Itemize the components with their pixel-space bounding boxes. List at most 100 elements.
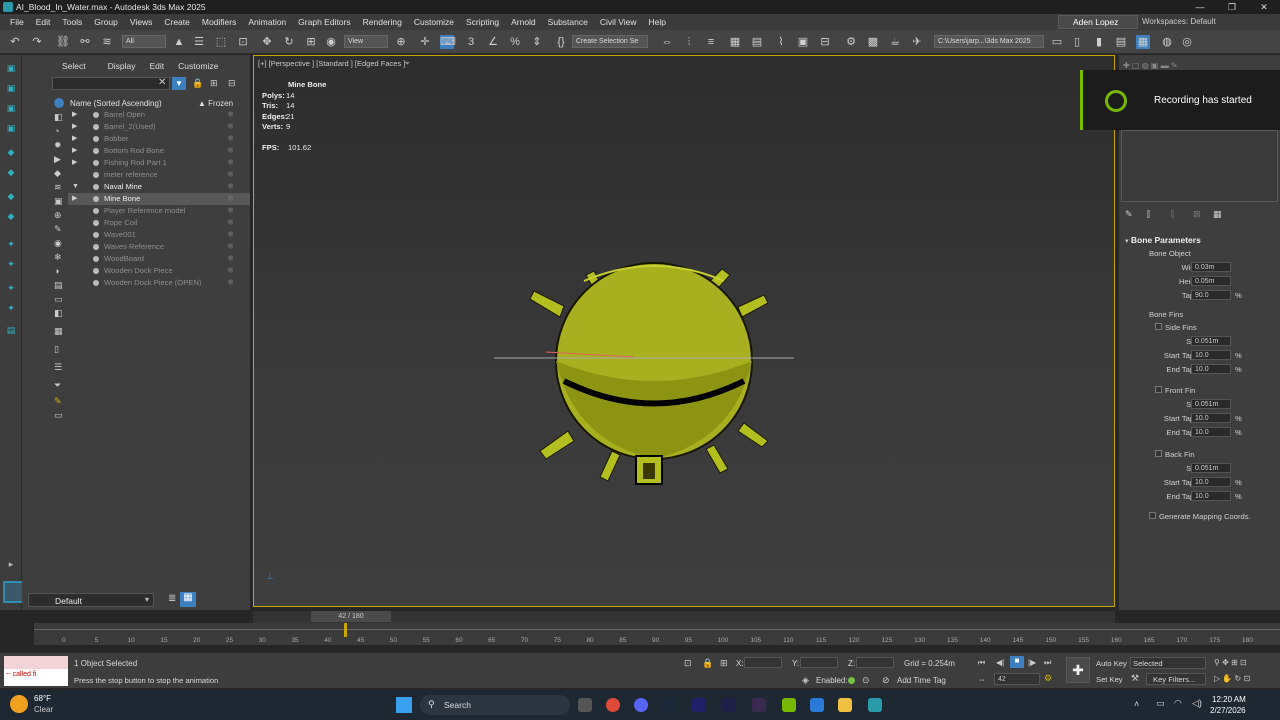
menu-graph-editors[interactable]: Graph Editors (292, 17, 356, 27)
visibility-icon[interactable] (93, 220, 99, 226)
freeze-toggle-icon[interactable]: ❄ (227, 241, 234, 253)
explorer-tab-edit[interactable]: Edit (136, 61, 165, 73)
layer-manager-icon[interactable]: ▦ (180, 592, 196, 607)
layout-tab-icon[interactable]: ✦ (4, 239, 18, 251)
freeze-toggle-icon[interactable]: ❄ (227, 157, 234, 169)
explorer-row[interactable]: Player Reference model ❄ (68, 205, 250, 217)
animate-icon[interactable] (722, 698, 736, 712)
visibility-icon[interactable] (93, 184, 99, 190)
menu-help[interactable]: Help (643, 17, 672, 27)
project-path-dropdown[interactable]: C:\Users\jarp...\3ds Max 2025 (934, 35, 1044, 48)
menu-create[interactable]: Create (158, 17, 196, 27)
y-coordinate-field[interactable] (800, 657, 838, 668)
orbit-icon[interactable]: ▷ ✋ ↻ ⊡ (1214, 674, 1250, 683)
freeze-toggle-icon[interactable]: ❄ (227, 181, 234, 193)
angle-snap-icon[interactable]: ∠ (486, 35, 500, 49)
explorer-tab-select[interactable]: Select (22, 61, 86, 73)
expand-arrow-icon[interactable]: ▸ (4, 559, 18, 571)
align-icon[interactable]: ⫶ (682, 35, 696, 49)
bind-spacewarp-icon[interactable]: ≋ (100, 35, 114, 49)
tray-overflow-icon[interactable]: ˄ (1134, 699, 1139, 709)
menu-scripting[interactable]: Scripting (460, 17, 505, 27)
menu-tools[interactable]: Tools (56, 17, 88, 27)
invert-filter-icon[interactable]: ◧ (54, 308, 63, 319)
visibility-icon[interactable] (93, 268, 99, 274)
nvidia-icon[interactable] (782, 698, 796, 712)
window-crossing-icon[interactable]: ⊡ (236, 35, 250, 49)
side-fins-checkbox[interactable] (1155, 323, 1162, 330)
group-filter-icon[interactable]: ▣ (54, 196, 63, 207)
width-spinner[interactable]: 0.03m (1191, 262, 1231, 272)
visibility-icon[interactable] (93, 112, 99, 118)
explorer-column-header[interactable]: Name (Sorted Ascending) ▲ Frozen (68, 97, 250, 109)
render-iterative-icon[interactable]: ✈ (910, 35, 924, 49)
save-file-icon[interactable]: ▮ (1092, 35, 1106, 49)
layout-tab-icon[interactable]: ◆ (4, 191, 18, 203)
visibility-icon[interactable] (93, 172, 99, 178)
redo-icon[interactable]: ↷ (30, 35, 44, 49)
list-icon[interactable]: ☰ (54, 362, 62, 373)
visibility-icon[interactable] (93, 208, 99, 214)
menu-views[interactable]: Views (124, 17, 159, 27)
visibility-icon[interactable] (93, 160, 99, 166)
layers-icon[interactable]: ≡ (704, 35, 718, 49)
link-icon[interactable]: ⛓ (56, 35, 70, 49)
key-filter-icon[interactable]: ⚒ (1131, 673, 1139, 684)
hidden-filter-icon[interactable]: ◑ (54, 266, 59, 276)
freeze-toggle-icon[interactable]: ❄ (227, 253, 234, 265)
menu-edit[interactable]: Edit (30, 17, 57, 27)
undo-icon[interactable]: ↶ (8, 35, 22, 49)
substance-icon[interactable]: ◎ (1180, 35, 1194, 49)
next-frame-icon[interactable]: |▶ (1028, 658, 1036, 667)
selection-lock-icon[interactable]: 🔒 (702, 658, 713, 669)
rotate-icon[interactable]: ↻ (282, 35, 296, 49)
scale-icon[interactable]: ⊞ (304, 35, 318, 49)
explorer-row[interactable]: WoodBoard ❄ (68, 253, 250, 265)
frozen-filter-icon[interactable]: ❄ (54, 252, 62, 263)
layout-tab-icon[interactable]: ◆ (4, 167, 18, 179)
time-config-icon[interactable]: ⚙ (1044, 673, 1052, 684)
menu-file[interactable]: File (4, 17, 30, 27)
geometry-filter-icon[interactable]: ◧ (54, 112, 63, 123)
explorer-row[interactable]: ▶ Barrel Open ❄ (68, 109, 250, 121)
render-production-icon[interactable]: ☕ (888, 35, 902, 49)
explorer-row[interactable]: ▶ Mine Bone ❄ (68, 193, 250, 205)
clear-search-icon[interactable]: ✕ (158, 77, 166, 88)
freeze-toggle-icon[interactable]: ❄ (227, 229, 234, 241)
workspace-selector[interactable]: Workspaces: Default (1142, 15, 1278, 29)
shape-filter-icon[interactable]: ◔ (54, 126, 59, 136)
explorer-row[interactable]: Wooden Dock Piece ❄ (68, 265, 250, 277)
layout-tab-icon[interactable]: ▣ (4, 103, 18, 115)
viewport-filter-icon[interactable]: ⏷ (404, 59, 410, 69)
task-view-icon[interactable] (578, 698, 592, 712)
layout-tab-icon[interactable]: ▣ (4, 63, 18, 75)
display-filter-icon[interactable] (54, 98, 64, 108)
funnel-icon[interactable]: ⏷ (54, 380, 61, 391)
expand-toggle-icon[interactable]: ▶ (72, 121, 77, 133)
expand-toggle-icon[interactable]: ▶ (72, 109, 77, 121)
visibility-icon[interactable] (93, 232, 99, 238)
explorer-row[interactable]: ▶ Barrel_2(Used) ❄ (68, 121, 250, 133)
back-fin-start-taper-spinner[interactable]: 10.0 (1191, 477, 1231, 487)
rendered-frame-icon[interactable]: ▩ (866, 35, 880, 49)
layout-tab-icon[interactable]: ◆ (4, 147, 18, 159)
wifi-icon[interactable]: ◠ (1174, 698, 1182, 709)
generate-mapping-checkbox[interactable] (1149, 512, 1156, 519)
show-end-result-icon[interactable]: ⫿ (1147, 209, 1150, 220)
freeze-toggle-icon[interactable]: ❄ (227, 145, 234, 157)
menu-group[interactable]: Group (88, 17, 124, 27)
menu-modifiers[interactable]: Modifiers (196, 17, 242, 27)
track-bar[interactable]: 0 5 10 15 20 25 30 35 40 45 50 55 60 65 70 75 80 85 90 95 10… (34, 623, 1280, 645)
selection-filter-dropdown[interactable]: All (122, 35, 166, 48)
time-slider-knob[interactable]: 42 / 180 (311, 611, 391, 622)
move-icon[interactable]: ✥ (260, 35, 274, 49)
menu-arnold[interactable]: Arnold (505, 17, 542, 27)
scene-explorer-toggle-icon[interactable]: ▦ (1136, 35, 1150, 49)
light-filter-icon[interactable]: ✹ (54, 140, 62, 151)
back-fin-end-taper-spinner[interactable]: 10.0 (1191, 491, 1231, 501)
schematic-view-icon[interactable]: ▣ (796, 35, 810, 49)
freeze-toggle-icon[interactable]: ❄ (227, 109, 234, 121)
project-folder-icon[interactable]: ▭ (1050, 35, 1064, 49)
menu-customize[interactable]: Customize (408, 17, 460, 27)
visibility-icon[interactable] (93, 196, 99, 202)
